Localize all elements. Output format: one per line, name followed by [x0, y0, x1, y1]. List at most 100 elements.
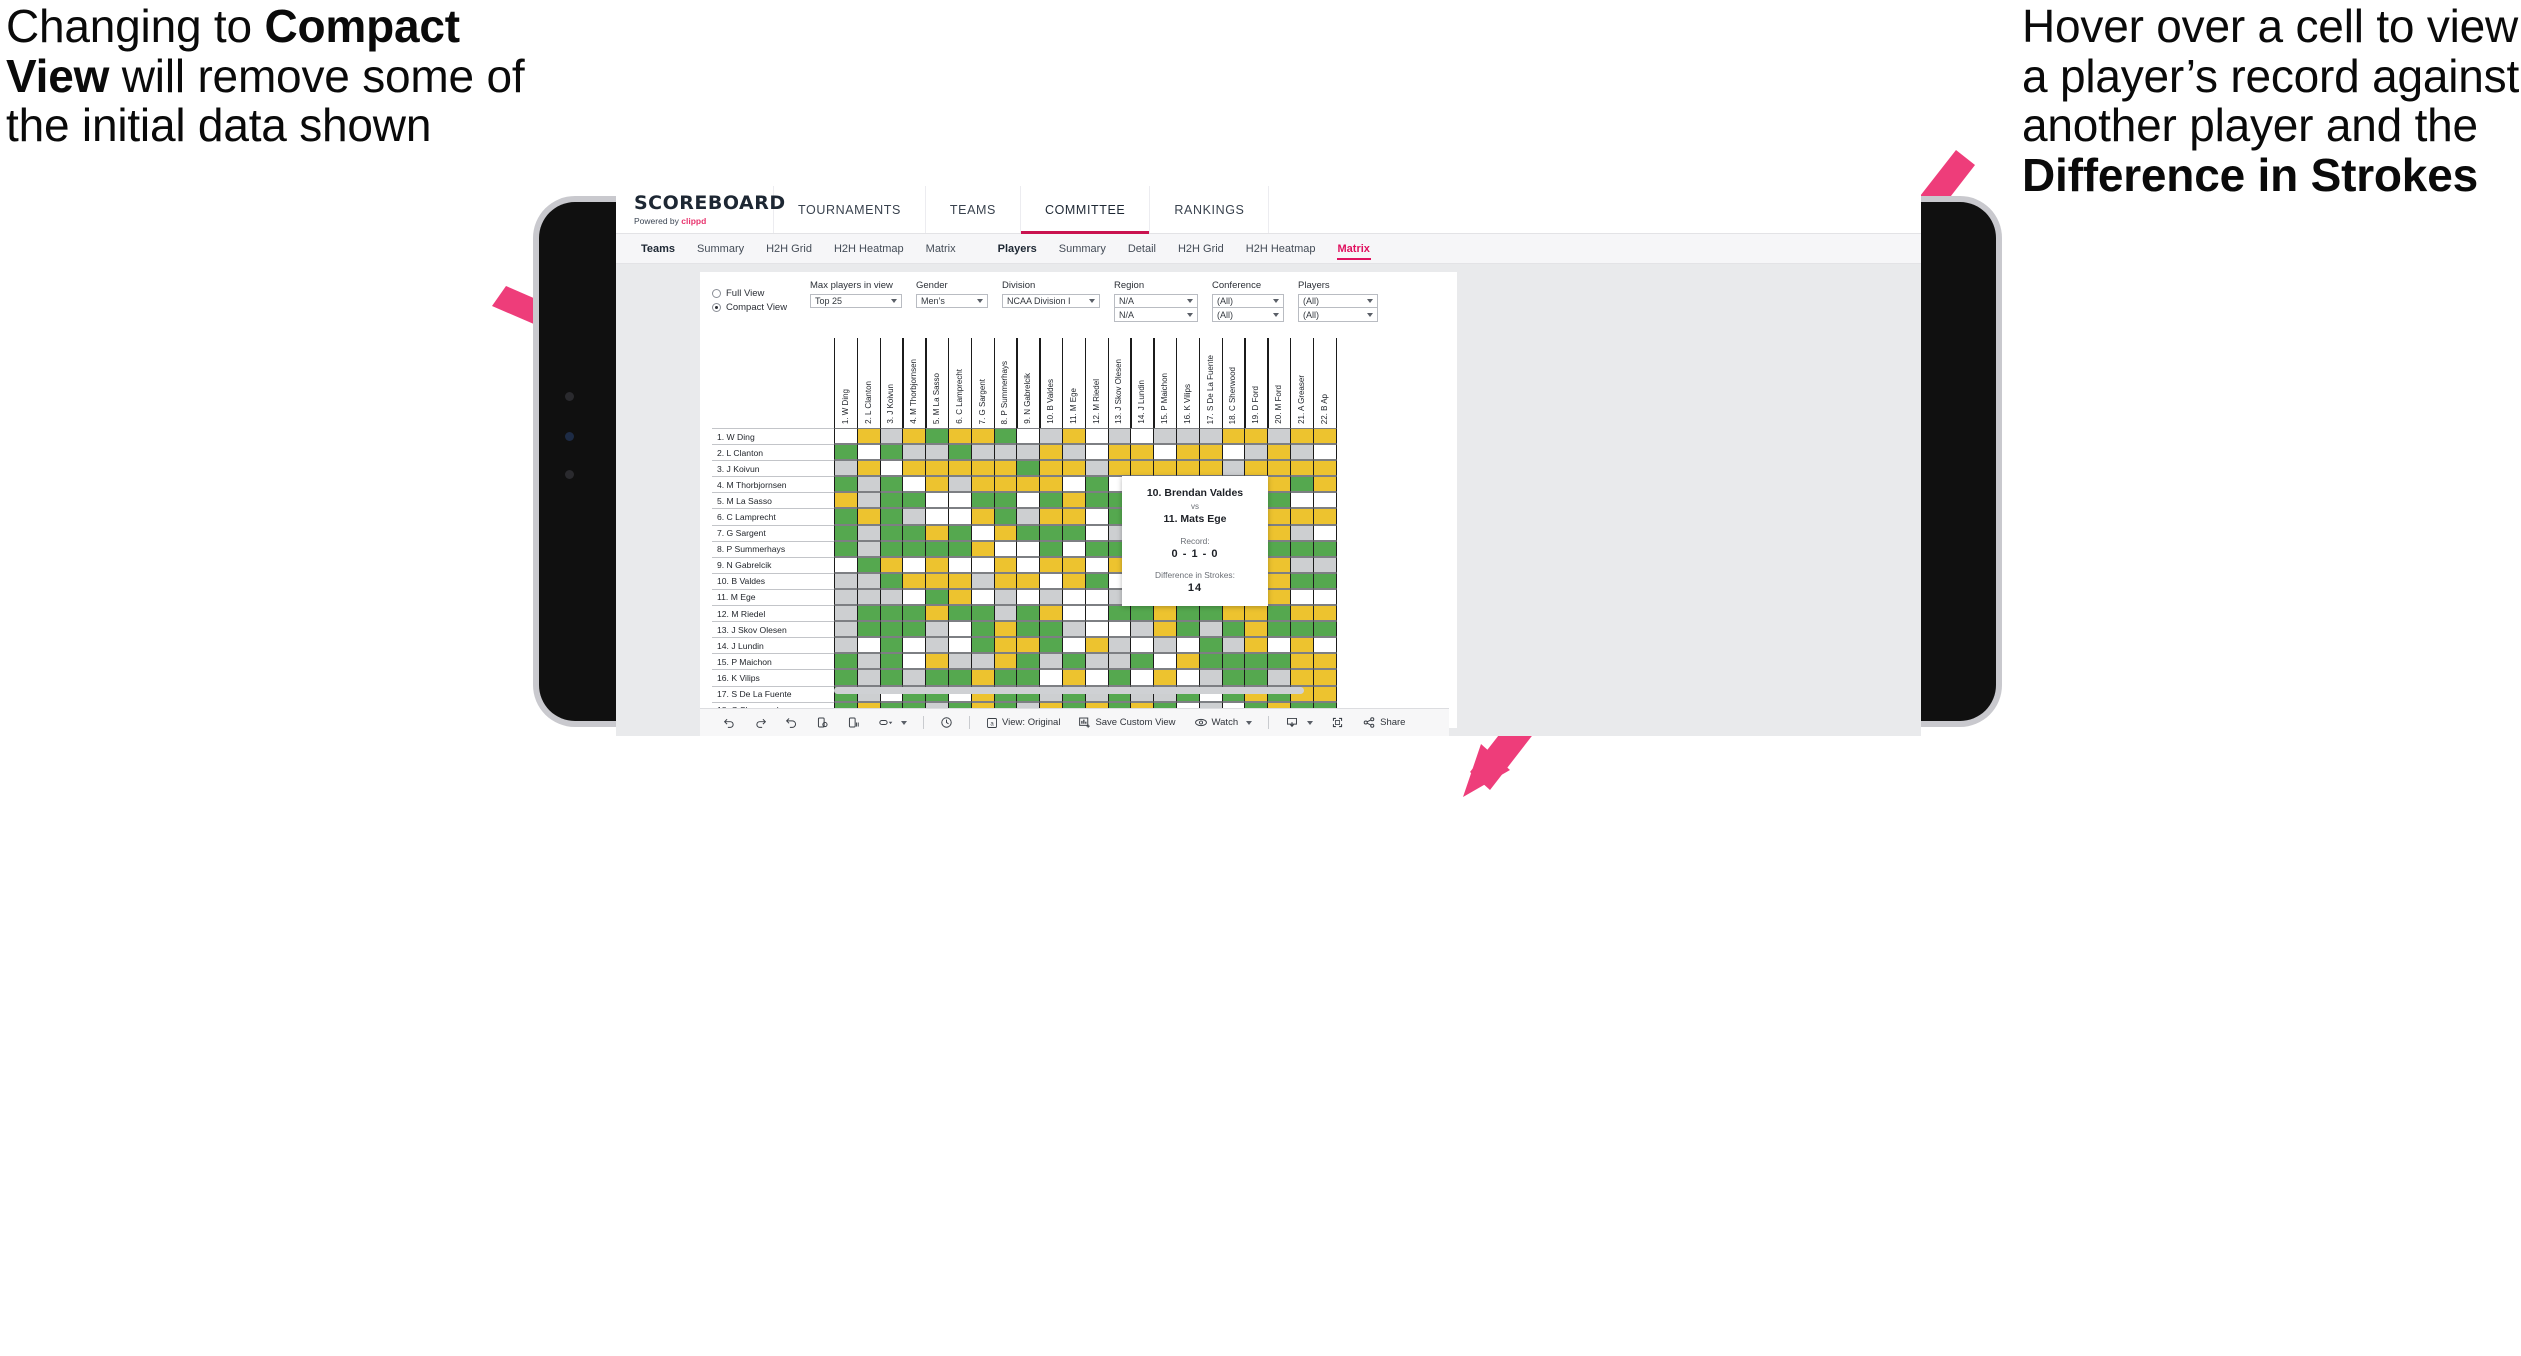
matrix-cell[interactable]: [1130, 653, 1155, 670]
matrix-cell[interactable]: [834, 621, 859, 638]
matrix-cell[interactable]: [856, 492, 881, 509]
view-mode-radios[interactable]: Full View Compact View: [712, 280, 792, 313]
matrix-cell[interactable]: [1312, 637, 1337, 654]
matrix-cell[interactable]: [1267, 556, 1292, 573]
matrix-cell[interactable]: [902, 621, 927, 638]
toolbar-highlight-button[interactable]: [869, 716, 916, 729]
matrix-cell[interactable]: [1061, 444, 1087, 461]
matrix-cell[interactable]: [1061, 460, 1087, 477]
matrix-cell[interactable]: [1289, 508, 1315, 525]
matrix-cell[interactable]: [902, 653, 927, 670]
toolbar-undo-button[interactable]: [714, 716, 745, 729]
matrix-cell[interactable]: [1289, 540, 1315, 557]
filter-select-region-2[interactable]: N/A: [1114, 308, 1198, 322]
matrix-cell[interactable]: [834, 637, 859, 654]
matrix-cell[interactable]: [1221, 653, 1246, 670]
matrix-cell[interactable]: [1175, 605, 1201, 622]
matrix-cell[interactable]: [1039, 588, 1064, 606]
matrix-col-header[interactable]: 12. M Riedel: [1084, 338, 1109, 428]
matrix-cell[interactable]: [970, 444, 995, 461]
matrix-cell[interactable]: [1061, 605, 1087, 622]
matrix-cell[interactable]: [856, 540, 881, 557]
matrix-col-header[interactable]: 18. C Sherwood: [1221, 338, 1246, 428]
matrix-cell[interactable]: [1312, 508, 1337, 525]
matrix-cell[interactable]: [1084, 605, 1109, 622]
matrix-cell[interactable]: [1312, 685, 1337, 702]
matrix-cell[interactable]: [1198, 605, 1223, 622]
matrix-cell[interactable]: [1107, 428, 1132, 445]
matrix-row-label[interactable]: 2. L Clanton: [712, 444, 834, 461]
matrix-cell[interactable]: [879, 508, 904, 525]
matrix-cell[interactable]: [947, 540, 973, 557]
matrix-cell[interactable]: [1084, 572, 1109, 589]
toolbar-view-button[interactable]: a View: Original: [977, 717, 1069, 729]
matrix-cell[interactable]: [1289, 428, 1315, 445]
matrix-cell[interactable]: [1153, 669, 1178, 686]
matrix-cell[interactable]: [970, 476, 995, 493]
matrix-cell[interactable]: [834, 556, 859, 573]
matrix-col-header[interactable]: 9. N Gabrelcik: [1016, 338, 1041, 428]
matrix-cell[interactable]: [902, 540, 927, 557]
matrix-cell[interactable]: [1244, 444, 1269, 461]
matrix-cell[interactable]: [902, 492, 927, 509]
matrix-cell[interactable]: [1061, 653, 1087, 670]
matrix-cell[interactable]: [1061, 669, 1087, 686]
matrix-col-header[interactable]: 4. M Thorbjornsen: [902, 338, 927, 428]
matrix-cell[interactable]: [1312, 492, 1337, 509]
matrix-cell[interactable]: [1244, 428, 1269, 445]
matrix-cell[interactable]: [925, 444, 950, 461]
subnav-item-matrix[interactable]: Matrix: [1327, 239, 1381, 260]
matrix-cell[interactable]: [1153, 621, 1178, 638]
toolbar-clock-button[interactable]: [931, 716, 962, 729]
matrix-cell[interactable]: [1267, 653, 1292, 670]
matrix-cell[interactable]: [902, 444, 927, 461]
matrix-cell[interactable]: [834, 540, 859, 557]
matrix-cell[interactable]: [902, 508, 927, 525]
toolbar-pause-updates-button[interactable]: [838, 716, 869, 729]
matrix-cell[interactable]: [1130, 669, 1155, 686]
matrix-cell[interactable]: [1016, 476, 1041, 493]
matrix-cell[interactable]: [1084, 476, 1109, 493]
matrix-cell[interactable]: [834, 572, 859, 589]
matrix-cell[interactable]: [1061, 428, 1087, 445]
matrix-cell[interactable]: [947, 653, 973, 670]
matrix-cell[interactable]: [1061, 572, 1087, 589]
subnav-item-h2h-grid[interactable]: H2H Grid: [1167, 239, 1235, 259]
matrix-cell[interactable]: [1061, 492, 1087, 509]
matrix-cell[interactable]: [1107, 653, 1132, 670]
matrix-cell[interactable]: [1267, 444, 1292, 461]
matrix-cell[interactable]: [1153, 653, 1178, 670]
matrix-cell[interactable]: [902, 572, 927, 589]
matrix-cell[interactable]: [1016, 556, 1041, 573]
matrix-cell[interactable]: [902, 476, 927, 493]
matrix-cell[interactable]: [1016, 508, 1041, 525]
matrix-cell[interactable]: [993, 637, 1018, 654]
matrix-cell[interactable]: [947, 508, 973, 525]
matrix-col-header[interactable]: 5. M La Sasso: [925, 338, 950, 428]
matrix-cell[interactable]: [1267, 621, 1292, 638]
matrix-cell[interactable]: [1084, 460, 1109, 477]
matrix-cell[interactable]: [925, 605, 950, 622]
matrix-cell[interactable]: [856, 444, 881, 461]
matrix-cell[interactable]: [947, 621, 973, 638]
matrix-cell[interactable]: [1107, 444, 1132, 461]
matrix-cell[interactable]: [856, 588, 881, 606]
filter-select-players-2[interactable]: (All): [1298, 308, 1378, 322]
subnav-item-teams[interactable]: Teams: [630, 239, 686, 259]
matrix-cell[interactable]: [1107, 621, 1132, 638]
matrix-cell[interactable]: [1289, 524, 1315, 541]
matrix-cell[interactable]: [1061, 524, 1087, 541]
matrix-cell[interactable]: [1016, 653, 1041, 670]
matrix-cell[interactable]: [1016, 637, 1041, 654]
matrix-cell[interactable]: [970, 621, 995, 638]
matrix-row-label[interactable]: 15. P Maichon: [712, 653, 834, 670]
matrix-cell[interactable]: [834, 588, 859, 606]
matrix-cell[interactable]: [879, 588, 904, 606]
matrix-cell[interactable]: [834, 492, 859, 509]
matrix-cell[interactable]: [925, 508, 950, 525]
matrix-col-header[interactable]: 20. M Ford: [1267, 338, 1292, 428]
matrix-cell[interactable]: [1039, 476, 1064, 493]
matrix-cell[interactable]: [856, 556, 881, 573]
matrix-cell[interactable]: [1153, 428, 1178, 445]
matrix-cell[interactable]: [1289, 605, 1315, 622]
